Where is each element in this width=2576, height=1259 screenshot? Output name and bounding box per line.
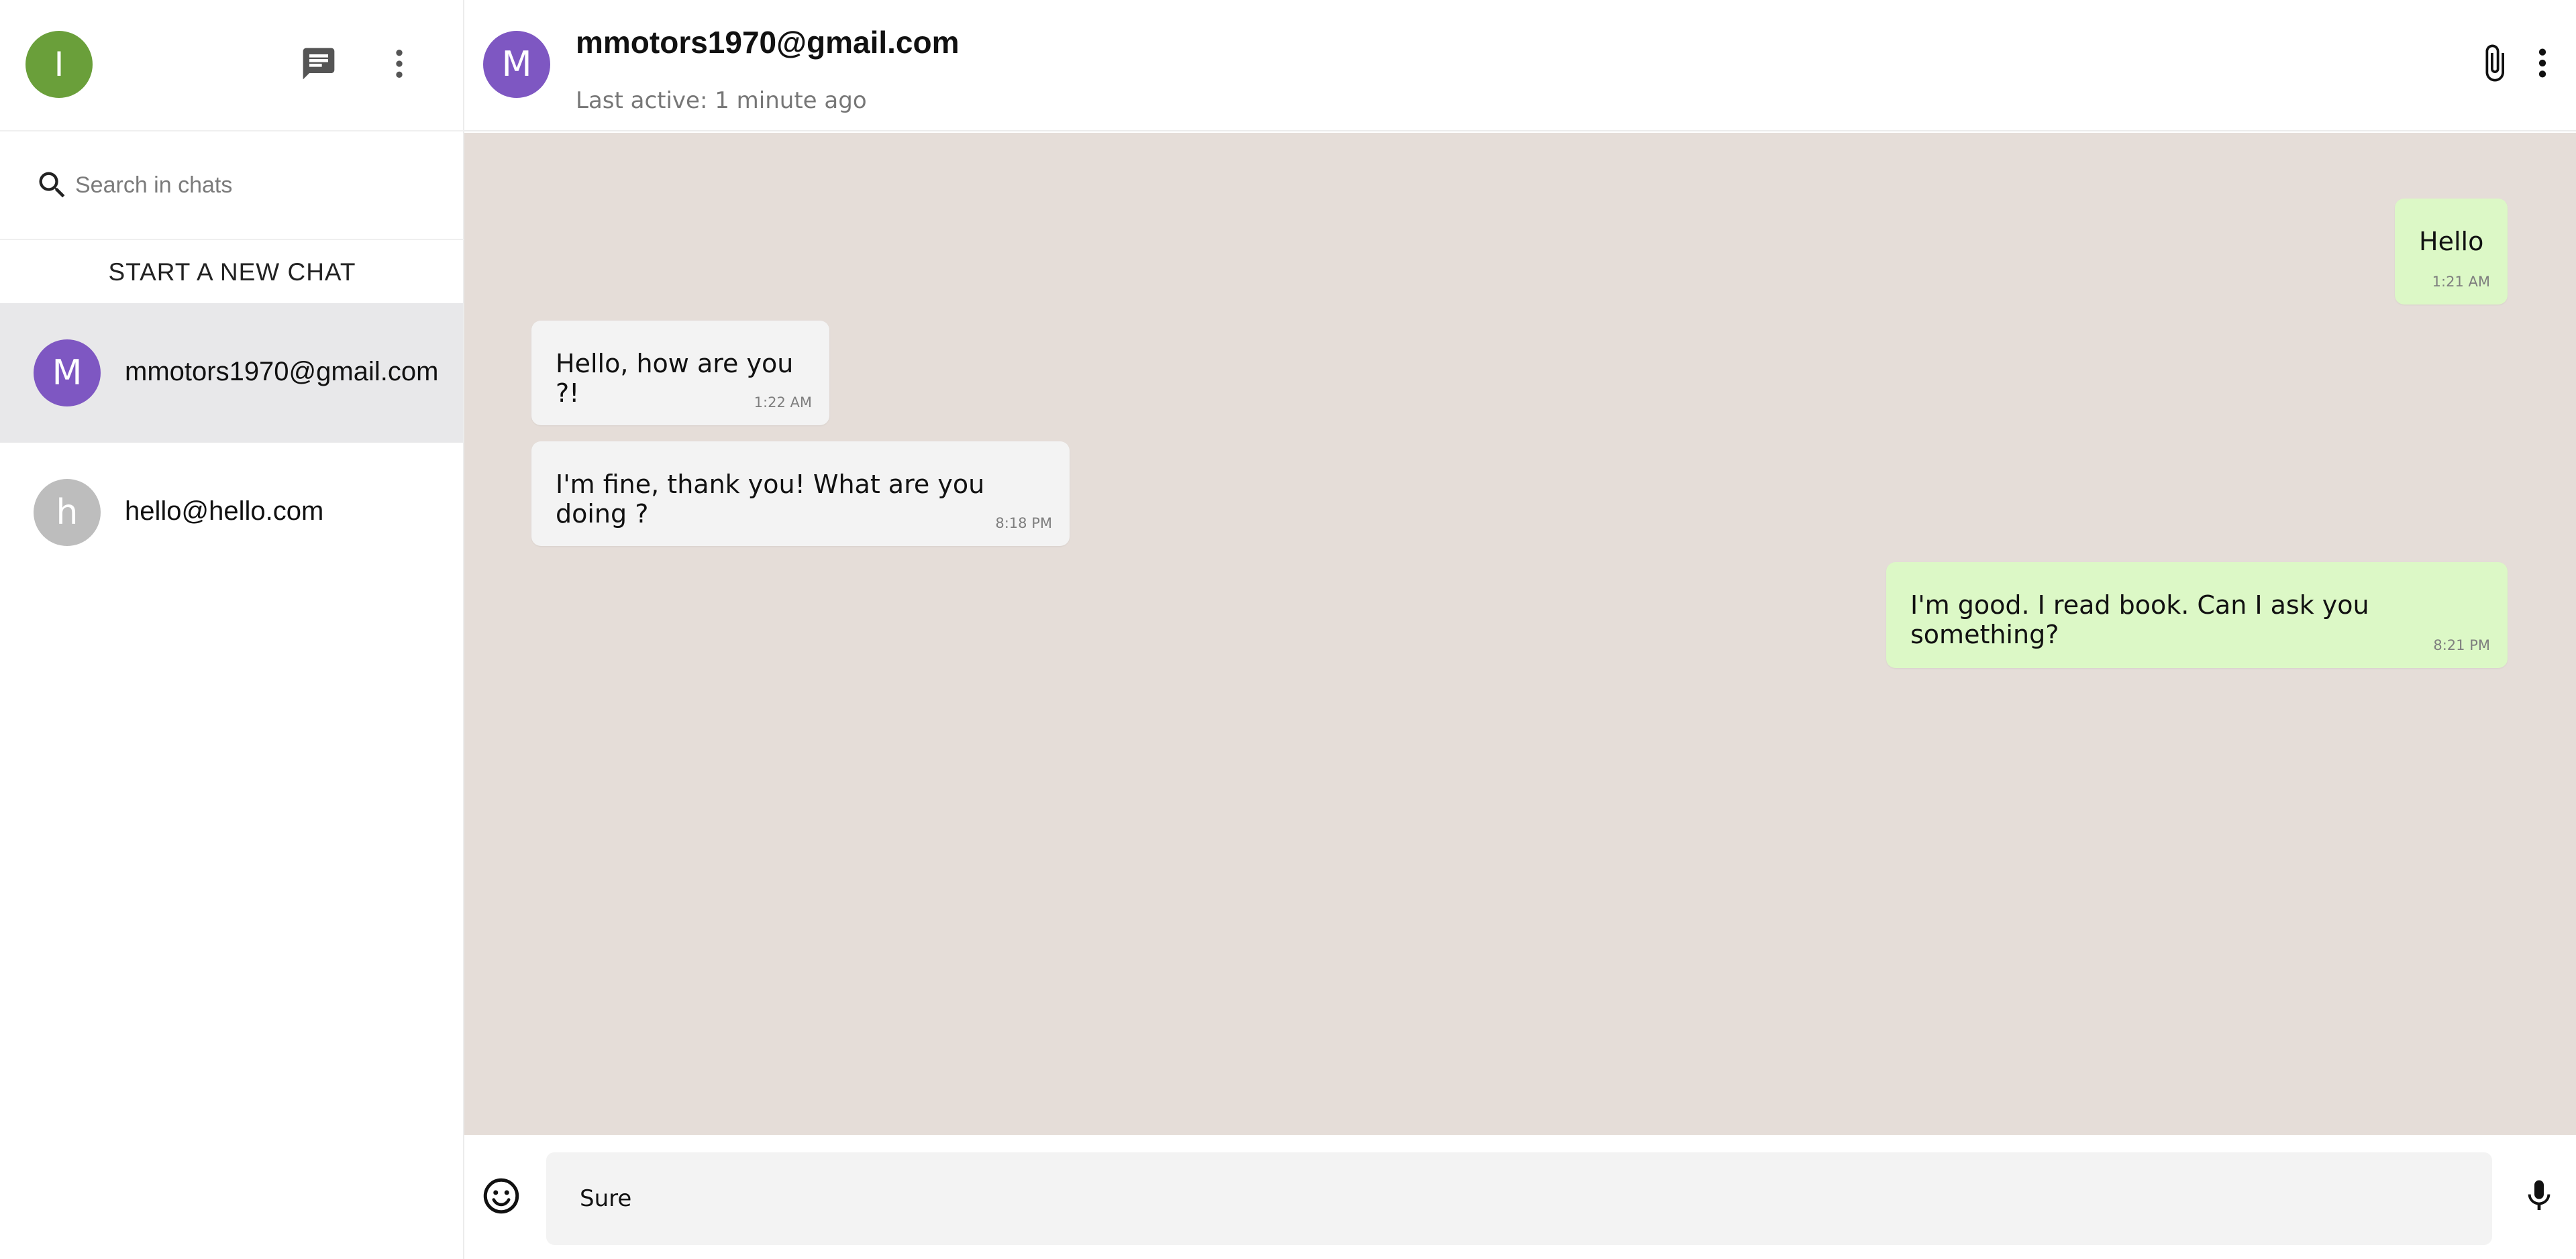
chat-header: M mmotors1970@gmail.com Last active: 1 m… <box>464 0 2576 131</box>
microphone-icon <box>2528 1180 2551 1210</box>
search-input[interactable] <box>75 165 437 205</box>
message-time: 8:18 PM <box>995 515 1052 531</box>
last-active-status: Last active: 1 minute ago <box>576 87 867 114</box>
chat-app: I START A NEW CHAT M mmotors1970@g <box>0 0 2576 1259</box>
message-text: I'm fine, thank you! What are you doing … <box>556 470 985 529</box>
message-outgoing: Hello 1:21 AM <box>2395 199 2508 305</box>
message-text: I'm good. I read book. Can I ask you som… <box>1910 590 2369 649</box>
search-bar <box>0 133 464 240</box>
emoji-icon <box>483 1178 519 1214</box>
chat-menu-button[interactable] <box>2522 36 2563 90</box>
chat-list-item[interactable]: M mmotors1970@gmail.com <box>0 303 463 443</box>
sidebar-menu-button[interactable] <box>376 40 423 87</box>
message-time: 8:21 PM <box>2433 637 2490 653</box>
chat-list-item[interactable]: h hello@hello.com <box>0 443 463 582</box>
message-incoming: Hello, how are you ?! 1:22 AM <box>531 321 829 425</box>
attach-button[interactable] <box>2474 36 2514 90</box>
sidebar: I START A NEW CHAT M mmotors1970@g <box>0 0 464 1259</box>
message-incoming: I'm fine, thank you! What are you doing … <box>531 441 1070 546</box>
message-time: 1:22 AM <box>754 394 812 410</box>
message-time: 1:21 AM <box>2432 274 2490 290</box>
new-chat-button[interactable] <box>295 40 342 87</box>
user-avatar[interactable]: I <box>25 31 93 98</box>
message-list: Hello 1:21 AM Hello, how are you ?! 1:22… <box>464 133 2576 1135</box>
message-input[interactable] <box>546 1152 2492 1245</box>
chat-icon <box>303 48 335 80</box>
avatar: M <box>34 339 101 406</box>
more-vert-icon <box>396 50 403 78</box>
message-text: Hello <box>2419 227 2484 256</box>
sidebar-header: I <box>0 0 464 131</box>
chat-item-name: hello@hello.com <box>125 496 324 526</box>
chat-panel: M mmotors1970@gmail.com Last active: 1 m… <box>464 0 2576 1259</box>
emoji-button[interactable] <box>478 1172 525 1219</box>
chat-item-name: mmotors1970@gmail.com <box>125 357 439 386</box>
contact-name: mmotors1970@gmail.com <box>576 25 960 60</box>
message-outgoing: I'm good. I read book. Can I ask you som… <box>1886 562 2508 668</box>
avatar: h <box>34 479 101 546</box>
paperclip-icon <box>2485 44 2504 82</box>
message-composer <box>464 1135 2576 1259</box>
search-icon <box>39 172 65 198</box>
chat-list: M mmotors1970@gmail.com h hello@hello.co… <box>0 303 463 582</box>
contact-avatar[interactable]: M <box>483 31 550 98</box>
more-vert-icon <box>2538 48 2546 78</box>
voice-record-button[interactable] <box>2516 1172 2563 1219</box>
start-new-chat-button[interactable]: START A NEW CHAT <box>0 241 464 303</box>
